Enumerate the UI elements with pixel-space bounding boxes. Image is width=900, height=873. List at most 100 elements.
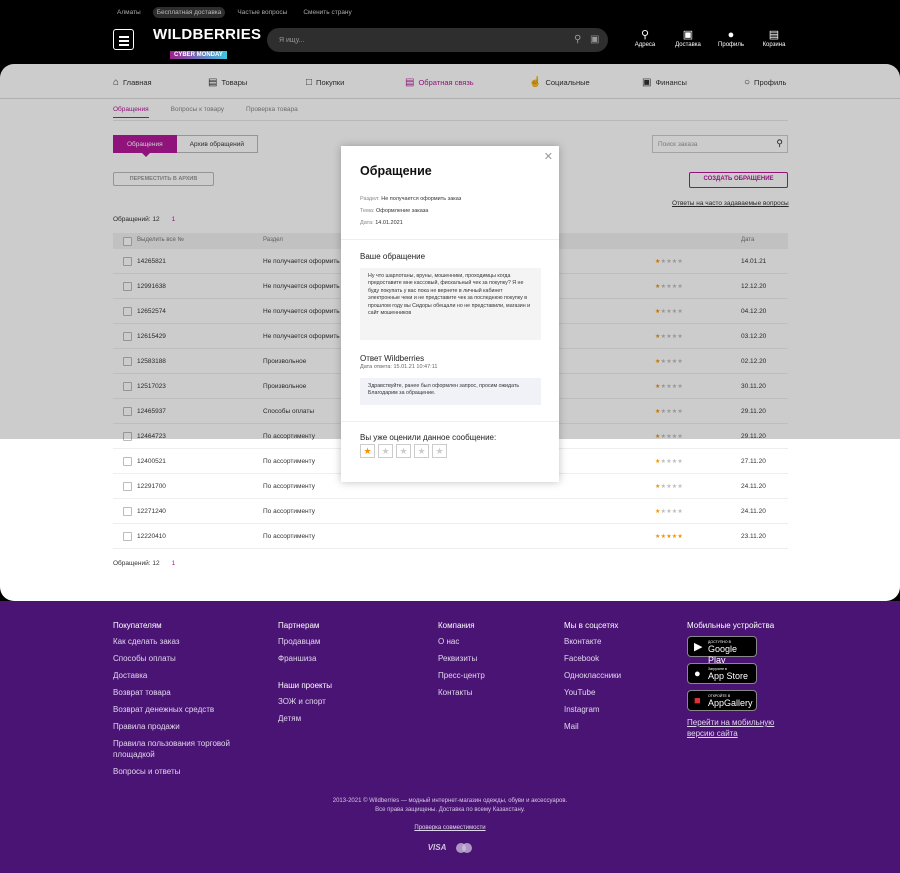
footer-social: Мы в соцсетях Вконтакте Facebook Однокла… xyxy=(564,621,621,738)
location-icon: ⚲ xyxy=(640,29,650,41)
star-icon[interactable]: ★ xyxy=(378,444,393,458)
star-icon: ★ xyxy=(677,509,683,515)
star-icon: ★ xyxy=(677,534,683,540)
row-date: 24.11.20 xyxy=(741,508,766,515)
modal-title: Обращение xyxy=(360,164,432,178)
footer-buyers-title: Покупателям xyxy=(113,621,162,630)
logo[interactable]: WILDBERRIES CYBER MONDAY xyxy=(153,26,261,61)
addresses-button[interactable]: ⚲ Адреса xyxy=(630,28,660,48)
mobile-version-link[interactable]: Перейти на мобильную версию сайта xyxy=(687,717,797,739)
footer-link[interactable]: Правила пользования торговой площадкой xyxy=(113,738,263,760)
footer-link[interactable]: О нас xyxy=(438,636,485,647)
faq-top-link[interactable]: Частые вопросы xyxy=(233,7,291,18)
modal-topic: Тема: Оформление заказа xyxy=(360,208,428,214)
footer-link[interactable]: Возврат товара xyxy=(113,687,263,698)
footer-link[interactable]: Пресс-центр xyxy=(438,670,485,681)
requests-count-bottom: Обращений: 12 1 xyxy=(113,560,175,567)
box-icon: ▣ xyxy=(682,29,694,41)
footer-link[interactable]: Франшиза xyxy=(278,653,332,664)
row-checkbox[interactable] xyxy=(123,482,132,491)
footer-buyers: Покупателям Как сделать заказ Способы оп… xyxy=(113,621,263,783)
row-checkbox[interactable] xyxy=(123,507,132,516)
row-date: 24.11.20 xyxy=(741,483,766,490)
footer-link[interactable]: Возврат денежных средств xyxy=(113,704,263,715)
your-request-text: Ну что шарлотаны, вруны, мошенники, прох… xyxy=(360,268,541,340)
footer-link[interactable]: Вконтакте xyxy=(564,636,621,647)
footer-partners: Партнерам Продавцам Франшиза Наши проект… xyxy=(278,621,332,730)
apple-icon: ● xyxy=(694,668,701,680)
requests-count-bottom-label: Обращений: 12 xyxy=(113,560,160,567)
row-checkbox[interactable] xyxy=(123,532,132,541)
footer-link[interactable]: Mail xyxy=(564,721,621,732)
footer-link[interactable]: Вопросы и ответы xyxy=(113,766,263,777)
star-icon[interactable]: ★ xyxy=(360,444,375,458)
site-footer: Покупателям Как сделать заказ Способы оп… xyxy=(0,601,900,873)
profile-button[interactable]: ● Профиль xyxy=(716,28,746,48)
store-name: App Store xyxy=(708,671,749,681)
footer-link[interactable]: Реквизиты xyxy=(438,653,485,664)
row-section: По ассортименту xyxy=(263,508,315,515)
footer-projects-title: Наши проекты xyxy=(278,681,333,690)
rating-stars: ★ ★ ★ ★ ★ xyxy=(360,444,447,458)
row-checkbox[interactable] xyxy=(123,457,132,466)
addresses-label: Адреса xyxy=(634,42,656,48)
footer-link[interactable]: YouTube xyxy=(564,687,621,698)
row-date: 27.11.20 xyxy=(741,458,766,465)
user-icon: ● xyxy=(727,29,735,41)
app-store-button[interactable]: ● Загрузите в App Store xyxy=(687,663,757,684)
footer-mobile: Мобильные устройства ▶ ДОСТУПНО В Google… xyxy=(687,621,797,739)
page-number-bottom[interactable]: 1 xyxy=(172,560,176,567)
close-icon[interactable]: ✕ xyxy=(544,150,553,163)
footer-link[interactable]: Продавцам xyxy=(278,636,332,647)
row-number: 12220410 xyxy=(137,533,166,540)
topic-key: Тема: xyxy=(360,208,375,214)
header-icons: ⚲ Адреса ▣ Доставка ● Профиль ▤ Корзина xyxy=(630,28,802,48)
topic-value: Оформление заказа xyxy=(376,208,429,214)
footer-mobile-title: Мобильные устройства xyxy=(687,621,775,630)
footer-link[interactable]: Facebook xyxy=(564,653,621,664)
footer-link[interactable]: Детям xyxy=(278,713,332,724)
footer-link[interactable]: Одноклассники xyxy=(564,670,621,681)
google-play-icon: ▶ xyxy=(694,641,703,653)
search-icon[interactable]: ⚲ xyxy=(574,33,581,47)
top-links: Алматы Бесплатная доставка Частые вопрос… xyxy=(113,7,356,18)
profile-label: Профиль xyxy=(718,42,744,48)
free-delivery-link[interactable]: Бесплатная доставка xyxy=(152,7,226,18)
compat-check: Проверка совместимости xyxy=(0,825,900,831)
row-rating: ★★★★★ xyxy=(655,458,683,465)
modal-divider xyxy=(341,239,559,240)
answer-date: Дата ответа: 15.01.21 10:47:11 xyxy=(360,364,438,370)
footer-link[interactable]: Контакты xyxy=(438,687,485,698)
modal-divider-2 xyxy=(341,421,559,422)
table-row[interactable]: 12271240 По ассортименту 24.11.20 ★★★★★ xyxy=(113,499,788,524)
footer-link[interactable]: Instagram xyxy=(564,704,621,715)
delivery-button[interactable]: ▣ Доставка xyxy=(673,28,703,48)
footer-link[interactable]: Доставка xyxy=(113,670,263,681)
footer-company-title: Компания xyxy=(438,621,475,630)
change-country-link[interactable]: Сменить страну xyxy=(299,7,355,18)
star-icon[interactable]: ★ xyxy=(414,444,429,458)
answer-text: Здравствуйте, ранее был оформлен запрос,… xyxy=(360,378,541,405)
footer-link[interactable]: ЗОЖ и спорт xyxy=(278,696,332,707)
city-link[interactable]: Алматы xyxy=(113,7,145,18)
footer-partners-title: Партнерам xyxy=(278,621,320,630)
menu-burger-button[interactable] xyxy=(113,29,134,50)
delivery-label: Доставка xyxy=(675,42,701,48)
footer-link[interactable]: Способы оплаты xyxy=(113,653,263,664)
row-number: 12271240 xyxy=(137,508,166,515)
appgallery-button[interactable]: ■ ОТКРОЙТЕ В AppGallery xyxy=(687,690,757,711)
google-play-button[interactable]: ▶ ДОСТУПНО В Google Play xyxy=(687,636,757,665)
table-row[interactable]: 12220410 По ассортименту 23.11.20 ★★★★★ xyxy=(113,524,788,549)
compat-check-link[interactable]: Проверка совместимости xyxy=(414,825,485,831)
footer-link[interactable]: Как сделать заказ xyxy=(113,636,263,647)
footer-link[interactable]: Правила продажи xyxy=(113,721,263,732)
star-icon[interactable]: ★ xyxy=(432,444,447,458)
camera-icon[interactable]: ▣ xyxy=(590,33,599,47)
star-icon[interactable]: ★ xyxy=(396,444,411,458)
footer-social-title: Мы в соцсетях xyxy=(564,621,619,630)
date-key: Дата: xyxy=(360,220,374,226)
row-date: 23.11.20 xyxy=(741,533,766,540)
row-rating: ★★★★★ xyxy=(655,508,683,515)
search-input[interactable] xyxy=(279,32,559,48)
cart-button[interactable]: ▤ Корзина xyxy=(759,28,789,48)
